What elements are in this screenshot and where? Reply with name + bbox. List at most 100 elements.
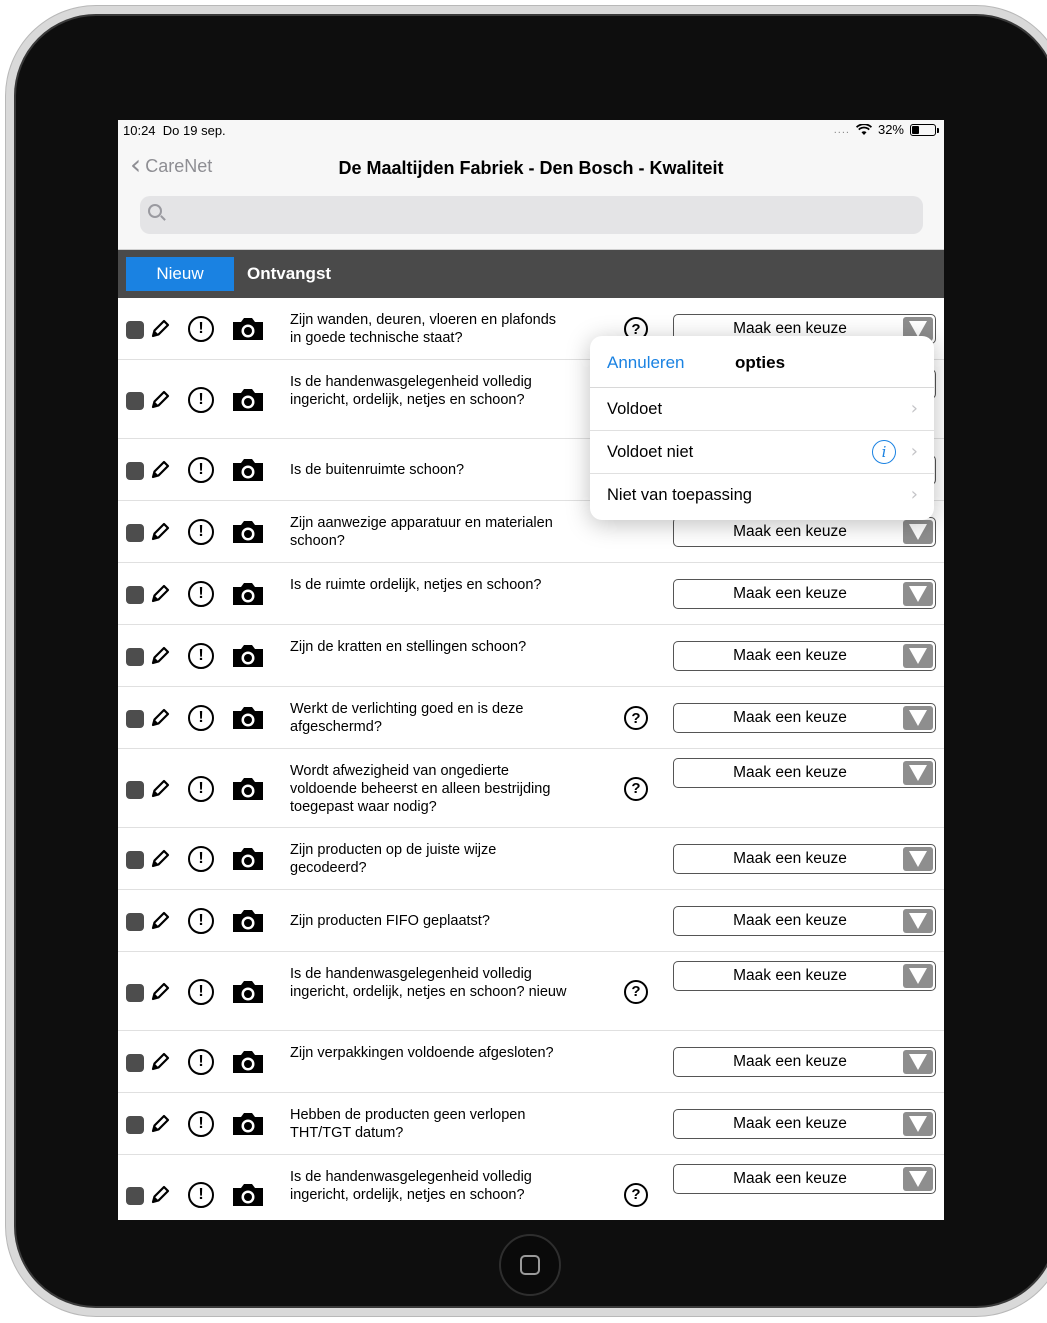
checkbox-icon[interactable] bbox=[126, 710, 144, 728]
checkbox-icon[interactable] bbox=[126, 780, 144, 799]
page-title: De Maaltijden Fabriek - Den Bosch - Kwal… bbox=[338, 158, 724, 178]
pencil-icon[interactable] bbox=[149, 848, 171, 870]
checkbox-icon[interactable] bbox=[126, 524, 144, 542]
answer-select[interactable]: Maak een keuze bbox=[673, 906, 936, 936]
pencil-icon[interactable] bbox=[149, 1051, 171, 1073]
alert-icon[interactable]: ! bbox=[188, 775, 214, 802]
camera-icon[interactable] bbox=[231, 979, 265, 1005]
pencil-icon[interactable] bbox=[149, 645, 171, 667]
camera-icon[interactable] bbox=[231, 643, 265, 669]
alert-icon[interactable]: ! bbox=[188, 908, 214, 934]
camera-icon[interactable] bbox=[231, 1049, 265, 1075]
pencil-icon[interactable] bbox=[149, 521, 171, 543]
checkbox-icon[interactable] bbox=[126, 391, 144, 410]
checkbox-icon[interactable] bbox=[126, 1054, 144, 1072]
alert-icon[interactable]: ! bbox=[188, 316, 214, 342]
option-voldoet-niet[interactable]: Voldoet niet i › bbox=[590, 431, 934, 474]
answer-select[interactable]: Maak een keuze bbox=[673, 1109, 936, 1139]
camera-icon[interactable] bbox=[231, 519, 265, 545]
pencil-icon[interactable] bbox=[149, 583, 171, 605]
answer-select[interactable]: Maak een keuze bbox=[673, 1164, 936, 1194]
camera-icon[interactable] bbox=[231, 1111, 265, 1137]
help-icon[interactable]: ? bbox=[624, 1182, 648, 1207]
help-icon[interactable]: ? bbox=[624, 776, 648, 801]
checkbox-icon[interactable] bbox=[126, 983, 144, 1002]
table-row: ! Zijn producten FIFO geplaatst? Maak een … bbox=[118, 890, 944, 952]
alert-icon[interactable]: ! bbox=[188, 1181, 214, 1208]
alert-icon[interactable]: ! bbox=[188, 519, 214, 545]
question-text: Wordt afwezigheid van ongedierte voldoen… bbox=[290, 762, 551, 815]
checkbox-icon[interactable] bbox=[126, 851, 144, 869]
question-text: Zijn verpakkingen voldoende afgesloten? bbox=[290, 1045, 554, 1061]
alert-icon[interactable]: ! bbox=[188, 705, 214, 731]
camera-icon[interactable] bbox=[231, 457, 265, 483]
checkbox-icon[interactable] bbox=[126, 321, 144, 339]
status-bar: 10:24 Do 19 sep. .... 32% bbox=[118, 120, 944, 142]
pencil-icon[interactable] bbox=[149, 1113, 171, 1135]
help-icon[interactable]: ? bbox=[624, 979, 648, 1004]
option-label: Niet van toepassing bbox=[607, 486, 752, 504]
alert-icon[interactable]: ! bbox=[188, 978, 214, 1005]
search-bar[interactable] bbox=[140, 196, 923, 234]
pencil-icon[interactable] bbox=[149, 910, 171, 932]
pencil-icon[interactable] bbox=[149, 778, 171, 800]
alert-icon[interactable]: ! bbox=[188, 846, 214, 872]
select-label: Maak een keuze bbox=[733, 1115, 847, 1132]
checkbox-icon[interactable] bbox=[126, 586, 144, 604]
alert-icon[interactable]: ! bbox=[188, 457, 214, 483]
option-niet-van-toepassing[interactable]: Niet van toepassing › bbox=[590, 474, 934, 517]
new-button[interactable]: Nieuw bbox=[126, 257, 234, 291]
answer-select[interactable]: Maak een keuze bbox=[673, 641, 936, 671]
pencil-icon[interactable] bbox=[149, 1184, 171, 1206]
pencil-icon[interactable] bbox=[149, 981, 171, 1003]
checkbox-icon[interactable] bbox=[126, 913, 144, 931]
camera-icon[interactable] bbox=[231, 387, 265, 413]
chevron-down-icon bbox=[903, 706, 933, 730]
pencil-icon[interactable] bbox=[149, 459, 171, 481]
wifi-icon bbox=[855, 123, 872, 135]
table-row: ! Is de ruimte ordelijk, netjes en schoon… bbox=[118, 563, 944, 625]
table-row: ! Zijn producten op de juiste wijze gecod… bbox=[118, 828, 944, 890]
camera-icon[interactable] bbox=[231, 1182, 265, 1208]
checkbox-icon[interactable] bbox=[126, 462, 144, 480]
pencil-icon[interactable] bbox=[149, 707, 171, 729]
camera-icon[interactable] bbox=[231, 581, 265, 607]
question-text: Werkt de verlichting goed en is deze afg… bbox=[290, 701, 524, 735]
alert-icon[interactable]: ! bbox=[188, 1111, 214, 1137]
camera-icon[interactable] bbox=[231, 908, 265, 934]
search-icon bbox=[148, 204, 162, 218]
option-voldoet[interactable]: Voldoet › bbox=[590, 388, 934, 431]
help-icon[interactable]: ? bbox=[624, 706, 648, 730]
alert-icon[interactable]: ! bbox=[188, 1049, 214, 1075]
home-button[interactable] bbox=[499, 1234, 561, 1296]
camera-icon[interactable] bbox=[231, 776, 265, 802]
answer-select[interactable]: Maak een keuze bbox=[673, 1047, 936, 1077]
search-input[interactable] bbox=[170, 196, 910, 234]
pencil-icon[interactable] bbox=[149, 318, 171, 340]
signal-icon: .... bbox=[833, 123, 850, 136]
screen: 10:24 Do 19 sep. .... 32% ‹ CareNet De M… bbox=[118, 120, 944, 1220]
answer-select[interactable]: Maak een keuze bbox=[673, 758, 936, 788]
camera-icon[interactable] bbox=[231, 316, 265, 342]
checkbox-icon[interactable] bbox=[126, 648, 144, 666]
checkbox-icon[interactable] bbox=[126, 1186, 144, 1205]
camera-icon[interactable] bbox=[231, 705, 265, 731]
cancel-button[interactable]: Annuleren bbox=[607, 353, 685, 373]
pencil-icon[interactable] bbox=[149, 389, 171, 411]
select-label: Maak een keuze bbox=[733, 850, 847, 867]
table-row: ! Wordt afwezigheid van ongedierte voldoe… bbox=[118, 749, 944, 828]
camera-icon[interactable] bbox=[231, 846, 265, 872]
table-row: ! Zijn de kratten en stellingen schoon? Ma… bbox=[118, 625, 944, 687]
alert-icon[interactable]: ! bbox=[188, 581, 214, 607]
answer-select[interactable]: Maak een keuze bbox=[673, 579, 936, 609]
alert-icon[interactable]: ! bbox=[188, 643, 214, 669]
checkbox-icon[interactable] bbox=[126, 1116, 144, 1134]
answer-select[interactable]: Maak een keuze bbox=[673, 703, 936, 733]
table-row: ! Is de handenwasgelegenheid volledig ing… bbox=[118, 1155, 944, 1220]
section-title: Ontvangst bbox=[247, 264, 332, 283]
answer-select[interactable]: Maak een keuze bbox=[673, 844, 936, 874]
answer-select[interactable]: Maak een keuze bbox=[673, 517, 936, 547]
alert-icon[interactable]: ! bbox=[188, 386, 214, 413]
answer-select[interactable]: Maak een keuze bbox=[673, 961, 936, 991]
info-icon[interactable]: i bbox=[872, 440, 896, 464]
